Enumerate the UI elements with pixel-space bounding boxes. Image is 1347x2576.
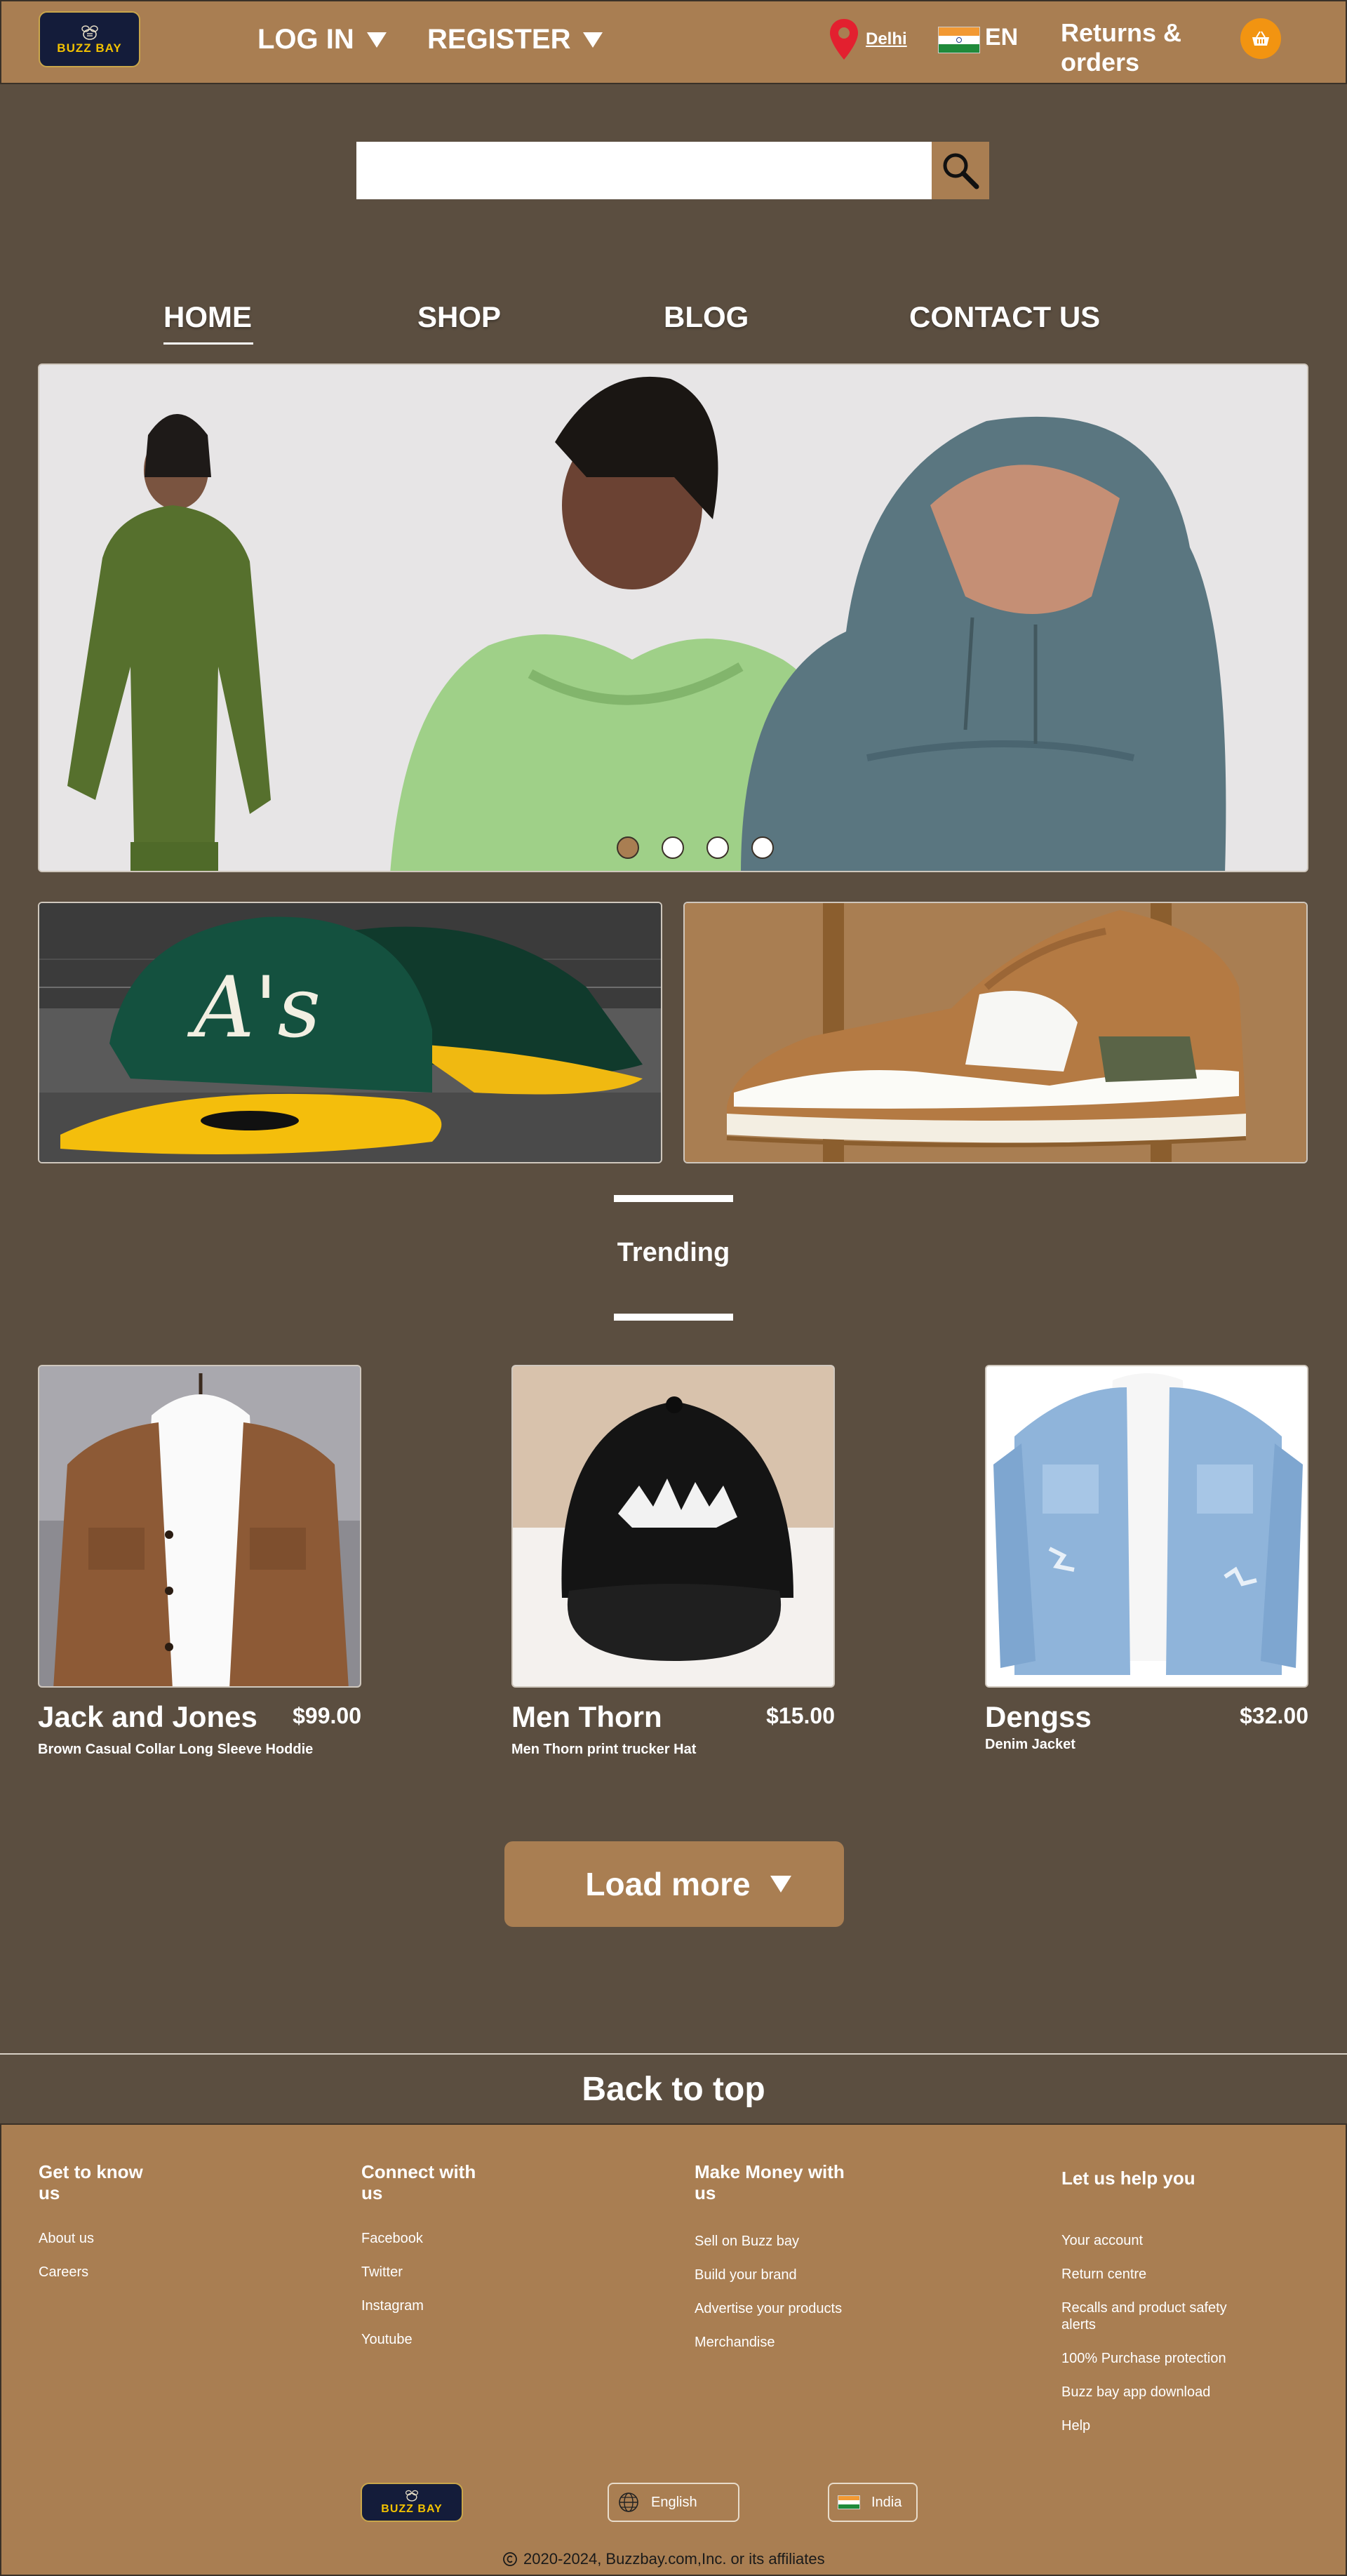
footer-link-facebook[interactable]: Facebook bbox=[361, 2230, 558, 2247]
register-menu[interactable]: REGISTER bbox=[427, 24, 603, 55]
product-image[interactable] bbox=[38, 1365, 361, 1688]
footer-heading: Get to know us bbox=[39, 2161, 143, 2203]
footer-heading: Connect with us bbox=[361, 2161, 476, 2203]
search-bar bbox=[356, 142, 989, 199]
login-label: LOG IN bbox=[257, 24, 354, 55]
footer-column-connect: Connect with us Facebook Twitter Instagr… bbox=[361, 2161, 558, 2348]
product-image[interactable] bbox=[511, 1365, 835, 1688]
product-image[interactable] bbox=[985, 1365, 1308, 1688]
footer-heading: Make Money with us bbox=[695, 2161, 845, 2203]
product-description: Men Thorn print trucker Hat bbox=[511, 1742, 697, 1757]
back-to-top-button[interactable]: Back to top bbox=[0, 2053, 1347, 2123]
sneaker-promo-banner[interactable] bbox=[683, 902, 1308, 1163]
globe-icon bbox=[619, 2492, 638, 2512]
product-price: $15.00 bbox=[766, 1703, 835, 1728]
footer-link-sell[interactable]: Sell on Buzz bay bbox=[695, 2233, 891, 2250]
product-name[interactable]: Jack and Jones bbox=[38, 1700, 257, 1734]
cap-promo-banner[interactable]: A's bbox=[38, 902, 662, 1163]
footer-link-about-us[interactable]: About us bbox=[39, 2230, 235, 2247]
product-price: $32.00 bbox=[1240, 1703, 1308, 1728]
product-name[interactable]: Men Thorn bbox=[511, 1700, 662, 1734]
sneaker-image bbox=[685, 903, 1306, 1162]
nav-blog[interactable]: BLOG bbox=[664, 300, 749, 334]
footer-link-return-centre[interactable]: Return centre bbox=[1061, 2266, 1258, 2283]
basket-icon bbox=[1252, 31, 1269, 46]
footer-country-selector[interactable]: India bbox=[828, 2483, 918, 2522]
location-link[interactable]: Delhi bbox=[866, 29, 907, 49]
load-more-button[interactable]: Load more bbox=[504, 1841, 844, 1927]
product-card[interactable]: Dengss $32.00 Denim Jacket bbox=[985, 1365, 1308, 1752]
returns-orders-link[interactable]: Returns & orders bbox=[1061, 18, 1201, 77]
copyright-text: 2020-2024, Buzzbay.com,Inc. or its affil… bbox=[523, 2550, 825, 2568]
footer-logo[interactable]: BUZZ BAY bbox=[361, 2483, 463, 2522]
trending-title: Trending bbox=[617, 1238, 730, 1267]
bee-logo-icon bbox=[81, 25, 98, 40]
footer-link-advertise[interactable]: Advertise your products bbox=[695, 2300, 891, 2317]
chevron-down-icon bbox=[366, 32, 387, 48]
chevron-down-icon bbox=[583, 32, 603, 48]
india-flag-icon[interactable] bbox=[938, 27, 980, 53]
footer-link-instagram[interactable]: Instagram bbox=[361, 2297, 558, 2314]
hero-carousel[interactable] bbox=[38, 363, 1308, 872]
chevron-down-icon bbox=[770, 1876, 791, 1893]
search-icon bbox=[943, 153, 979, 189]
footer-link-app-download[interactable]: Buzz bay app download bbox=[1061, 2384, 1258, 2401]
footer-link-recalls[interactable]: Recalls and product safety alerts bbox=[1061, 2300, 1258, 2333]
hero-image bbox=[39, 365, 1307, 871]
carousel-dot-1[interactable] bbox=[617, 836, 639, 859]
footer-link-careers[interactable]: Careers bbox=[39, 2264, 235, 2281]
svg-text:A's: A's bbox=[187, 959, 321, 1057]
footer-column-help: Let us help you Your account Return cent… bbox=[1061, 2168, 1258, 2434]
carousel-dot-2[interactable] bbox=[662, 836, 684, 859]
footer-link-purchase-protection[interactable]: 100% Purchase protection bbox=[1061, 2350, 1258, 2367]
india-flag-icon bbox=[838, 2495, 860, 2509]
footer-column-about: Get to know us About us Careers bbox=[39, 2161, 235, 2281]
footer-link-twitter[interactable]: Twitter bbox=[361, 2264, 558, 2281]
login-menu[interactable]: LOG IN bbox=[257, 24, 387, 55]
trending-top-divider bbox=[614, 1195, 733, 1202]
product-description: Denim Jacket bbox=[985, 1737, 1075, 1752]
footer-logo-text: BUZZ BAY bbox=[381, 2503, 443, 2515]
footer-language-selector[interactable]: English bbox=[608, 2483, 739, 2522]
search-button[interactable] bbox=[932, 142, 989, 199]
cart-button[interactable] bbox=[1240, 18, 1281, 59]
product-name[interactable]: Dengss bbox=[985, 1700, 1092, 1734]
footer-link-merchandise[interactable]: Merchandise bbox=[695, 2334, 891, 2351]
footer-language-label: English bbox=[651, 2494, 697, 2510]
logo-text: BUZZ BAY bbox=[57, 41, 122, 55]
location-pin-icon[interactable] bbox=[828, 18, 860, 61]
product-description: Brown Casual Collar Long Sleeve Hoddie bbox=[38, 1742, 314, 1757]
product-card[interactable]: Men Thorn $15.00 Men Thorn print trucker… bbox=[511, 1365, 835, 1757]
nav-contact-us[interactable]: CONTACT US bbox=[909, 300, 1100, 334]
footer-link-account[interactable]: Your account bbox=[1061, 2232, 1258, 2249]
nav-active-underline bbox=[163, 342, 253, 345]
nav-home[interactable]: HOME bbox=[163, 300, 252, 334]
trending-bottom-divider bbox=[614, 1314, 733, 1321]
register-label: REGISTER bbox=[427, 24, 571, 55]
footer-link-brand[interactable]: Build your brand bbox=[695, 2267, 891, 2283]
language-selector[interactable]: EN bbox=[985, 24, 1018, 51]
denim-jacket-image bbox=[986, 1366, 1307, 1686]
copyright-icon bbox=[503, 2552, 517, 2566]
nav-shop[interactable]: SHOP bbox=[417, 300, 501, 334]
carousel-dot-4[interactable] bbox=[751, 836, 774, 859]
load-more-label: Load more bbox=[585, 1866, 751, 1902]
trucker-hat-image bbox=[513, 1366, 833, 1686]
footer-country-label: India bbox=[871, 2494, 902, 2510]
logo[interactable]: BUZZ BAY bbox=[39, 11, 140, 67]
brown-jacket-image bbox=[39, 1366, 360, 1686]
bee-logo-icon bbox=[405, 2490, 419, 2502]
baseball-cap-image: A's bbox=[39, 903, 661, 1162]
copyright-notice: 2020-2024, Buzzbay.com,Inc. or its affil… bbox=[502, 2550, 825, 2568]
footer-heading: Let us help you bbox=[1061, 2168, 1195, 2189]
footer-column-make-money: Make Money with us Sell on Buzz bay Buil… bbox=[695, 2161, 891, 2351]
search-input[interactable] bbox=[356, 142, 932, 199]
footer-link-help[interactable]: Help bbox=[1061, 2417, 1258, 2434]
carousel-dot-3[interactable] bbox=[706, 836, 729, 859]
footer-link-youtube[interactable]: Youtube bbox=[361, 2331, 558, 2348]
product-price: $99.00 bbox=[293, 1703, 361, 1728]
product-card[interactable]: Jack and Jones $99.00 Brown Casual Colla… bbox=[38, 1365, 361, 1757]
